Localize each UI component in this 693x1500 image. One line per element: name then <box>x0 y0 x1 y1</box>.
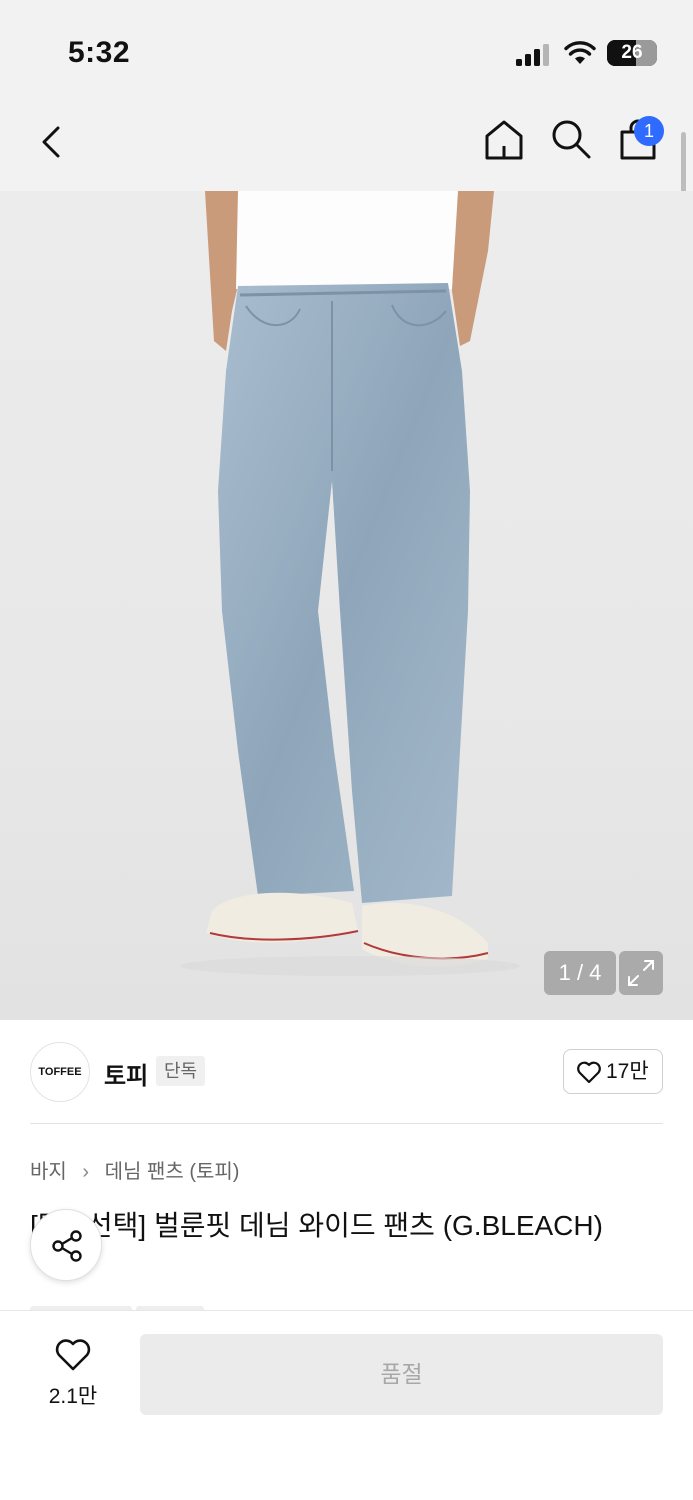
exclusive-tag: 단독 <box>156 1056 206 1086</box>
chevron-right-icon: › <box>82 1161 90 1183</box>
status-time: 5:32 <box>68 36 131 69</box>
sold-out-button[interactable]: 품절 <box>140 1334 663 1415</box>
image-counter: 1 / 4 <box>544 951 616 995</box>
breadcrumb-item-denim-pants[interactable]: 데님 팬츠 (토피) <box>105 1155 240 1184</box>
brand-like-button[interactable]: 17만 <box>563 1049 663 1094</box>
product-like-count: 2.1만 <box>48 1385 98 1408</box>
product-image[interactable] <box>0 191 693 1020</box>
divider <box>30 1123 663 1124</box>
chevron-left-icon[interactable] <box>30 120 74 164</box>
product-like-button[interactable]: 2.1만 <box>30 1336 116 1416</box>
product-photo-jeans <box>180 191 520 976</box>
share-icon <box>52 1230 82 1262</box>
brand-name[interactable]: 토피 <box>104 1056 148 1091</box>
breadcrumb: 바지 › 데님 팬츠 (토피) <box>30 1155 239 1184</box>
cellular-signal-icon <box>516 44 549 66</box>
wifi-icon <box>564 41 596 64</box>
brand-logo[interactable]: TOFFEE <box>30 1042 90 1102</box>
heart-icon <box>55 1339 91 1371</box>
breadcrumb-item-pants[interactable]: 바지 <box>30 1155 67 1184</box>
cart-count-badge: 1 <box>634 116 664 146</box>
home-icon[interactable] <box>480 116 528 164</box>
expand-icon <box>628 960 654 986</box>
search-icon[interactable] <box>548 116 594 162</box>
share-button[interactable] <box>30 1209 102 1281</box>
battery-icon: 26 <box>607 40 657 66</box>
expand-image-button[interactable] <box>619 951 663 995</box>
brand-like-count: 17만 <box>606 1060 649 1083</box>
navigation-bar <box>0 96 693 191</box>
status-bar: 5:32 26 <box>0 0 693 96</box>
heart-icon <box>577 1061 601 1084</box>
product-title: [택1 선택] 벌룬핏 데님 와이드 팬츠 (G.BLEACH) <box>30 1210 603 1241</box>
battery-level: 26 <box>621 42 643 63</box>
